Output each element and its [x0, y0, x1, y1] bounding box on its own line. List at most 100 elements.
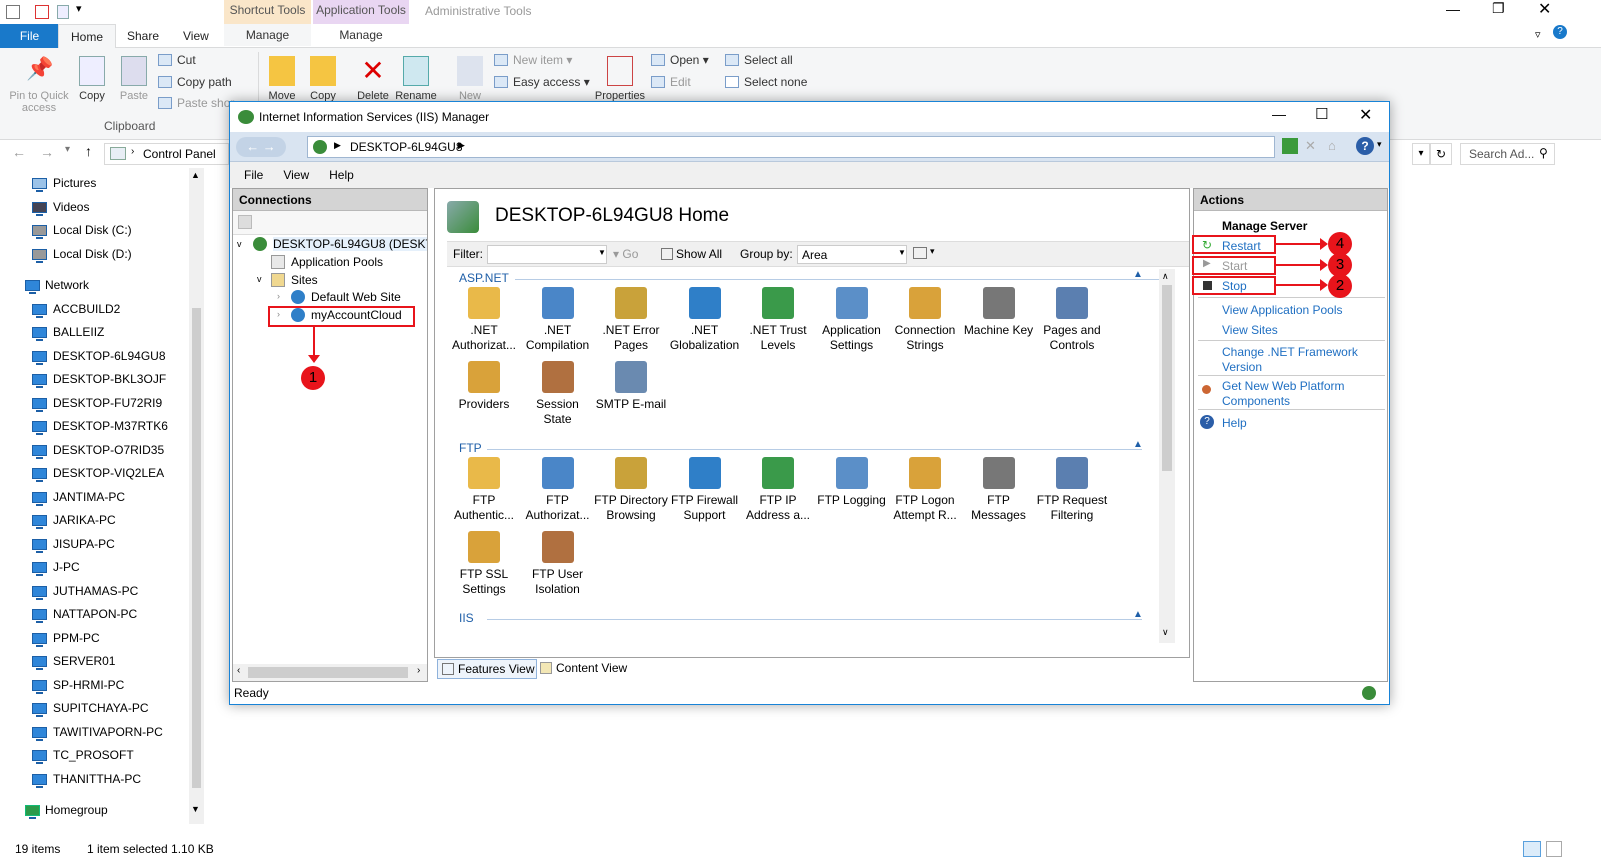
feature-item[interactable]: FTP Logon Attempt R... — [888, 457, 962, 523]
properties-button[interactable]: Properties — [592, 56, 648, 102]
nav-item-computer[interactable]: DESKTOP-6L94GU8 — [0, 345, 205, 369]
view-app-pools-action[interactable]: View Application Pools — [1222, 303, 1343, 318]
feature-item[interactable]: Providers — [447, 361, 521, 412]
feature-item[interactable]: FTP Firewall Support — [668, 457, 742, 523]
nav-item-computer[interactable]: DESKTOP-VIQ2LEA — [0, 462, 205, 486]
select-all-button[interactable]: Select all — [725, 50, 793, 70]
address-dropdown-icon[interactable]: ▾ — [1412, 143, 1430, 165]
tab-file[interactable]: File — [0, 24, 59, 48]
scroll-down-icon[interactable]: ∨ — [1162, 627, 1169, 638]
nav-item-computer[interactable]: DESKTOP-BKL3OJF — [0, 368, 205, 392]
filter-input[interactable]: ▼ — [487, 245, 607, 264]
breadcrumb[interactable]: Control Panel — [143, 147, 216, 161]
connections-hscrollbar[interactable]: ‹ › — [233, 664, 427, 681]
view-mode-dropdown-icon[interactable]: ▾ — [930, 246, 935, 257]
tab-view[interactable]: View — [171, 24, 221, 48]
nav-item-computer[interactable]: THANITTHA-PC — [0, 768, 205, 792]
ribbon-collapse-icon[interactable]: ▿ — [1535, 28, 1541, 41]
new-item-button[interactable]: New item ▾ — [494, 50, 572, 70]
feature-item[interactable]: FTP Messages — [962, 457, 1036, 523]
go-button[interactable]: ▾ Go — [613, 247, 638, 261]
view-sites-action[interactable]: View Sites — [1222, 323, 1278, 338]
features-view-tab[interactable]: Features View — [437, 659, 537, 679]
maximize-button[interactable]: ❐ — [1492, 0, 1505, 17]
properties-qat-icon[interactable] — [35, 5, 49, 19]
nav-item-computer[interactable]: SERVER01 — [0, 650, 205, 674]
iis-stop-icon[interactable]: ✕ — [1305, 138, 1321, 154]
scroll-up-icon[interactable]: ∧ — [1162, 271, 1169, 282]
feature-item[interactable]: .NET Trust Levels — [741, 287, 815, 353]
nav-item-computer[interactable]: SUPITCHAYA-PC — [0, 697, 205, 721]
tree-server-node[interactable]: DESKTOP-6L94GU8 (DESKTOP — [273, 237, 427, 251]
feature-item[interactable]: Pages and Controls — [1035, 287, 1109, 353]
nav-item-computer[interactable]: JARIKA-PC — [0, 509, 205, 533]
paste-button[interactable]: Paste — [109, 56, 159, 102]
new-folder-qat-icon[interactable] — [57, 5, 69, 19]
nav-item-computer[interactable]: NATTAPON-PC — [0, 603, 205, 627]
rename-button[interactable]: Rename — [391, 56, 441, 102]
collapse-aspnet-icon[interactable]: ▲ — [1133, 269, 1143, 280]
filter-dropdown-icon[interactable]: ▼ — [598, 248, 606, 257]
change-net-framework-action[interactable]: Change .NET Framework Version — [1222, 345, 1382, 375]
get-web-platform-action[interactable]: Get New Web Platform Components — [1222, 379, 1382, 409]
iis-address-field[interactable]: ▶ DESKTOP-6L94GU8 ▶ — [307, 136, 1275, 158]
scroll-thumb[interactable] — [1162, 285, 1172, 471]
tree-default-web-site[interactable]: Default Web Site — [311, 290, 401, 304]
view-mode-icon[interactable] — [913, 247, 927, 259]
feature-item[interactable]: FTP Authorizat... — [521, 457, 595, 523]
nav-item-network[interactable]: Network — [0, 274, 205, 298]
iis-home-icon[interactable]: ⌂ — [1328, 138, 1344, 154]
search-input[interactable]: Search Ad... ⚲ — [1460, 143, 1555, 165]
expand-default-site-icon[interactable]: › — [277, 291, 280, 301]
features-scrollbar[interactable]: ∧ ∨ — [1159, 269, 1175, 643]
collapse-ftp-icon[interactable]: ▲ — [1133, 439, 1143, 450]
feature-item[interactable]: FTP SSL Settings — [447, 531, 521, 597]
address-field[interactable]: › Control Panel — [104, 143, 229, 165]
nav-item-local-disk-c[interactable]: Local Disk (C:) — [0, 219, 205, 243]
copy-to-button[interactable]: Copy — [298, 56, 348, 102]
nav-item-videos[interactable]: Videos — [0, 196, 205, 220]
feature-item[interactable]: FTP Authentic... — [447, 457, 521, 523]
nav-item-computer[interactable]: ACCBUILD2 — [0, 298, 205, 322]
feature-item[interactable]: FTP User Isolation — [521, 531, 595, 597]
show-all-button[interactable]: Show All — [661, 247, 722, 261]
menu-file[interactable]: File — [234, 162, 273, 188]
open-button[interactable]: Open ▾ — [651, 50, 709, 70]
expand-server-icon[interactable]: v — [237, 239, 242, 249]
feature-item[interactable]: SMTP E-mail — [594, 361, 668, 412]
feature-item[interactable]: Connection Strings — [888, 287, 962, 353]
nav-item-computer[interactable]: JISUPA-PC — [0, 533, 205, 557]
scroll-up-icon[interactable]: ▲ — [191, 170, 200, 180]
scroll-right-icon[interactable]: › — [417, 665, 420, 676]
h-scroll-thumb[interactable] — [248, 667, 408, 678]
feature-item[interactable]: .NET Compilation — [521, 287, 595, 353]
paste-shortcut-button[interactable]: Paste shor — [158, 93, 234, 113]
close-button[interactable]: ✕ — [1538, 0, 1551, 19]
tab-share[interactable]: Share — [115, 24, 171, 48]
feature-item[interactable]: Application Settings — [815, 287, 889, 353]
feature-item[interactable]: Machine Key — [962, 287, 1036, 338]
nav-item-local-disk-d[interactable]: Local Disk (D:) — [0, 243, 205, 267]
iis-close-button[interactable]: ✕ — [1359, 105, 1372, 125]
minimize-button[interactable]: — — [1446, 1, 1460, 17]
tree-sites[interactable]: Sites — [291, 273, 318, 287]
feature-item[interactable]: .NET Authorizat... — [447, 287, 521, 353]
iis-minimize-button[interactable]: — — [1272, 106, 1286, 122]
collapse-iis-icon[interactable]: ▲ — [1133, 609, 1143, 620]
nav-item-computer[interactable]: DESKTOP-O7RID35 — [0, 439, 205, 463]
help-icon[interactable]: ? — [1553, 25, 1567, 39]
up-icon[interactable]: ↑ — [85, 143, 92, 159]
iis-maximize-button[interactable]: ☐ — [1315, 105, 1328, 123]
qat-dropdown-icon[interactable]: ▾ — [76, 2, 82, 15]
cut-button[interactable]: Cut — [158, 50, 196, 70]
nav-item-homegroup[interactable]: Homegroup — [0, 799, 205, 823]
menu-help[interactable]: Help — [319, 162, 364, 188]
back-icon[interactable]: ← — [12, 144, 26, 160]
nav-item-computer[interactable]: JANTIMA-PC — [0, 486, 205, 510]
edit-button[interactable]: Edit — [651, 72, 691, 92]
details-view-icon[interactable] — [1523, 841, 1541, 857]
nav-scrollbar[interactable]: ▲ ▼ — [189, 168, 204, 824]
iis-help-dropdown-icon[interactable]: ▾ — [1377, 139, 1382, 150]
feature-item[interactable]: .NET Error Pages — [594, 287, 668, 353]
select-none-button[interactable]: Select none — [725, 72, 807, 92]
